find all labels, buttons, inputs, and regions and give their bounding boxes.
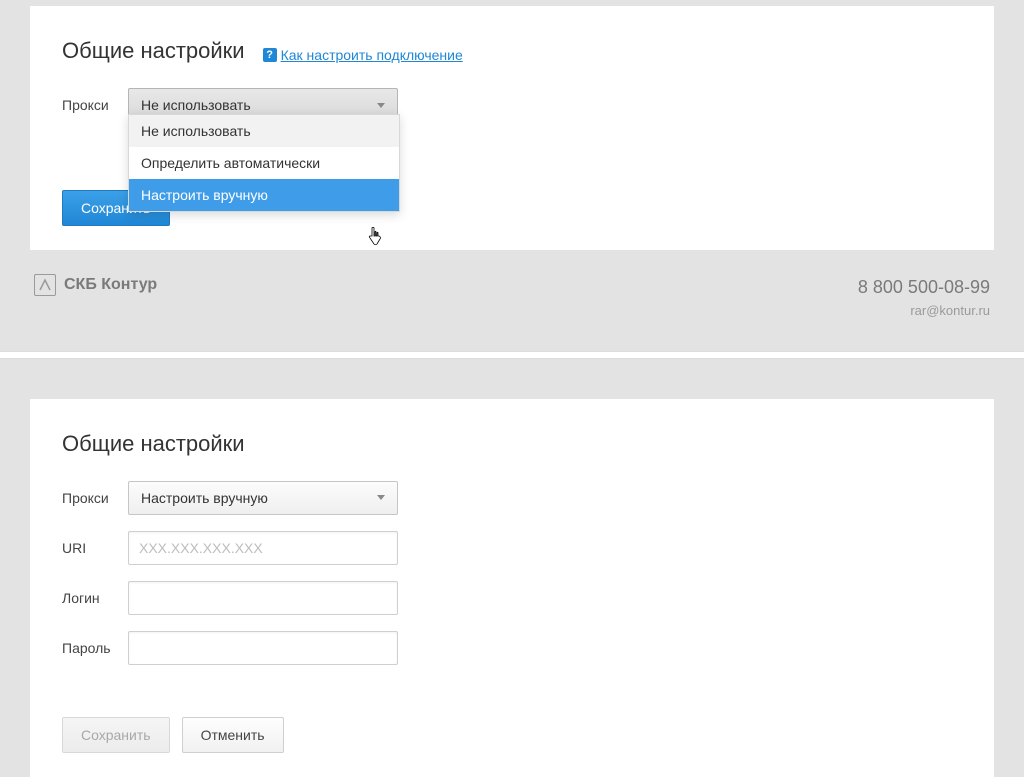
- dropdown-option-manual[interactable]: Настроить вручную: [129, 179, 399, 211]
- chevron-down-icon: [377, 103, 385, 108]
- page-title: Общие настройки: [62, 431, 245, 457]
- footer-bar: СКБ Контур 8 800 500-08-99 rar@kontur.ru: [0, 250, 1024, 355]
- logo-icon: [34, 274, 56, 296]
- help-link-text: Как настроить подключение: [281, 47, 463, 63]
- password-input[interactable]: [128, 631, 398, 665]
- proxy-label: Прокси: [62, 490, 128, 506]
- page-title: Общие настройки: [62, 38, 245, 64]
- uri-input[interactable]: [128, 531, 398, 565]
- button-row: Сохранить Отменить: [62, 681, 962, 753]
- settings-card-1: Общие настройки ? Как настроить подключе…: [30, 6, 994, 250]
- proxy-row: Прокси Настроить вручную: [62, 481, 962, 515]
- login-input[interactable]: [128, 581, 398, 615]
- login-label: Логин: [62, 590, 128, 606]
- password-label: Пароль: [62, 640, 128, 656]
- help-link[interactable]: ? Как настроить подключение: [263, 47, 463, 63]
- footer-email: rar@kontur.ru: [858, 301, 990, 321]
- cursor-pointer-icon: [367, 227, 383, 247]
- login-row: Логин: [62, 581, 962, 615]
- footer-brand-block: СКБ Контур: [34, 274, 157, 296]
- uri-row: URI: [62, 531, 962, 565]
- proxy-select-value: Не использовать: [141, 97, 251, 113]
- dropdown-option-auto-detect[interactable]: Определить автоматически: [129, 147, 399, 179]
- card-header: Общие настройки: [62, 431, 962, 457]
- footer-brand-text: СКБ Контур: [64, 276, 157, 294]
- proxy-label: Прокси: [62, 97, 128, 113]
- settings-card-2: Общие настройки Прокси Настроить вручную…: [30, 399, 994, 777]
- proxy-dropdown-panel: Не использовать Определить автоматически…: [128, 114, 400, 212]
- password-row: Пароль: [62, 631, 962, 665]
- chevron-down-icon: [377, 495, 385, 500]
- section-divider: [0, 351, 1024, 359]
- cancel-button[interactable]: Отменить: [182, 717, 284, 753]
- spacer: [0, 359, 1024, 399]
- footer-phone: 8 800 500-08-99: [858, 274, 990, 301]
- proxy-select-value: Настроить вручную: [141, 490, 268, 506]
- dropdown-option-do-not-use[interactable]: Не использовать: [129, 115, 399, 147]
- footer-contact: 8 800 500-08-99 rar@kontur.ru: [858, 274, 990, 321]
- proxy-select[interactable]: Настроить вручную: [128, 481, 398, 515]
- card-header: Общие настройки ? Как настроить подключе…: [62, 38, 962, 64]
- save-button[interactable]: Сохранить: [62, 717, 170, 753]
- help-icon: ?: [263, 48, 277, 62]
- uri-label: URI: [62, 540, 128, 556]
